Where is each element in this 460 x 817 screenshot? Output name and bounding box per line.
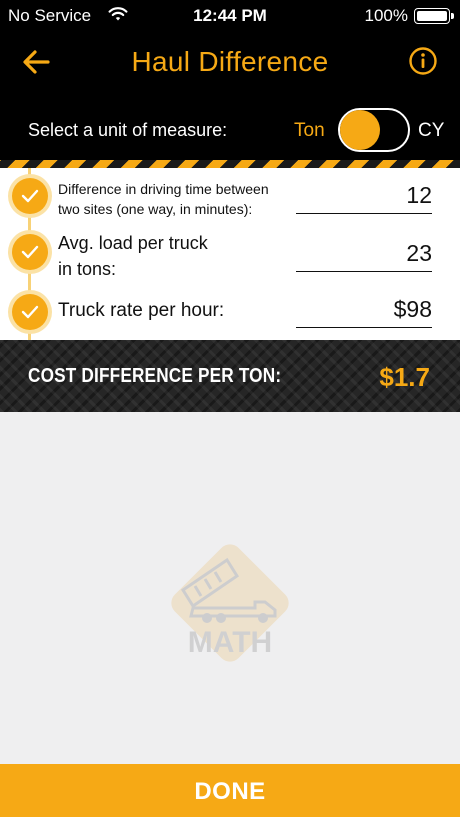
field-label: Avg. load per truck in tons: [58, 233, 208, 279]
logo-text: MATH [188, 626, 272, 659]
info-icon[interactable] [408, 46, 438, 76]
status-bar: No Service 12:44 PM 100% [0, 0, 460, 32]
result-value: $1.7 [379, 362, 430, 392]
unit-selector-label: Select a unit of measure: [28, 120, 228, 140]
field-row-truck-rate: Truck rate per hour: $98 [0, 286, 460, 340]
done-button[interactable]: DONE [0, 764, 460, 817]
check-icon [12, 234, 48, 270]
input-form: Difference in driving time between two s… [0, 168, 460, 340]
field-row-driving-time: Difference in driving time between two s… [0, 168, 460, 224]
page-title: Haul Difference [131, 46, 329, 77]
result-bar: COST DIFFERENCE PER TON: $1.7 [0, 340, 460, 412]
math-logo: MATH [155, 528, 305, 678]
field-label: Difference in driving time between two s… [58, 181, 269, 217]
driving-time-input[interactable]: 12 [296, 182, 432, 214]
check-icon [12, 294, 48, 330]
avg-load-input[interactable]: 23 [296, 240, 432, 272]
nav-bar: Haul Difference [0, 32, 460, 94]
battery-icon [414, 8, 454, 24]
truck-rate-input[interactable]: $98 [296, 296, 432, 328]
done-label: DONE [194, 778, 266, 805]
field-label: Truck rate per hour: [58, 300, 225, 321]
check-icon [12, 178, 48, 214]
unit-toggle[interactable] [338, 108, 410, 152]
unit-option-ton[interactable]: Ton [294, 120, 325, 142]
dump-truck-icon: MATH [171, 544, 289, 662]
unit-selector: Select a unit of measure: Ton CY [0, 94, 460, 160]
unit-option-cy[interactable]: CY [418, 120, 444, 142]
result-label: COST DIFFERENCE PER TON: [28, 365, 282, 387]
battery-percent: 100% [364, 6, 408, 25]
toggle-knob [340, 110, 380, 150]
field-row-avg-load: Avg. load per truck in tons: 23 [0, 226, 460, 282]
hazard-stripe [0, 160, 460, 168]
